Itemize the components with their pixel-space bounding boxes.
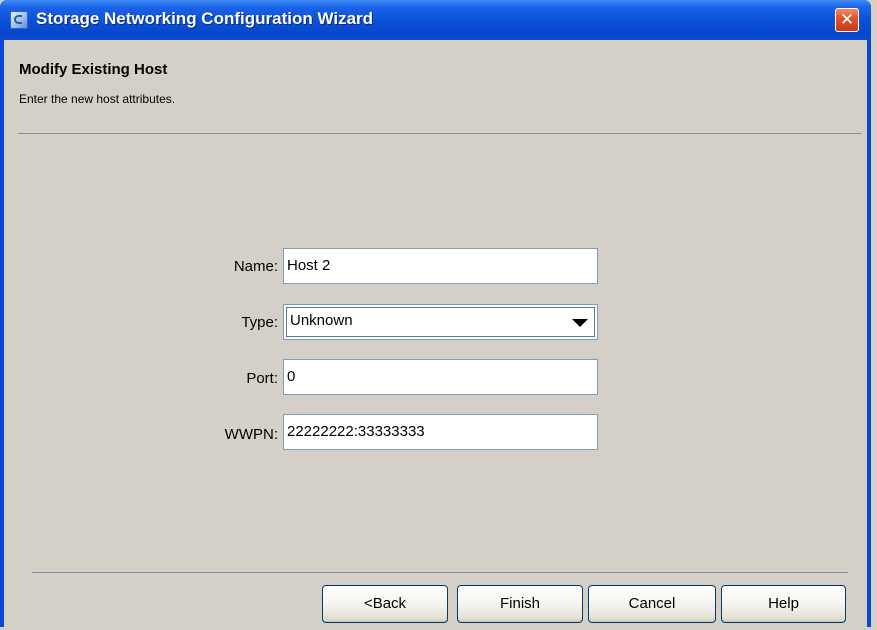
footer-divider bbox=[32, 572, 848, 573]
back-button[interactable]: <Back bbox=[322, 585, 448, 623]
type-select-inner[interactable]: Unknown bbox=[286, 307, 595, 337]
page-title: Modify Existing Host bbox=[19, 61, 168, 78]
type-label: Type: bbox=[241, 314, 278, 331]
help-button[interactable]: Help bbox=[721, 585, 846, 623]
type-select[interactable]: Unknown bbox=[283, 304, 598, 340]
wwpn-field[interactable]: 22222222:33333333 bbox=[283, 414, 598, 450]
port-field[interactable]: 0 bbox=[283, 359, 598, 395]
name-label: Name: bbox=[233, 258, 278, 275]
close-button[interactable]: ✕ bbox=[835, 8, 859, 32]
close-icon: ✕ bbox=[839, 10, 855, 29]
finish-button[interactable]: Finish bbox=[457, 585, 583, 623]
page-subtitle: Enter the new host attributes. bbox=[19, 92, 176, 106]
type-select-value: Unknown bbox=[290, 312, 353, 329]
wizard-content: Modify Existing Host Enter the new host … bbox=[4, 40, 867, 627]
header-divider bbox=[18, 133, 861, 134]
port-label: Port: bbox=[246, 370, 278, 387]
cancel-button[interactable]: Cancel bbox=[588, 585, 716, 623]
wizard-window: Storage Networking Configuration Wizard … bbox=[0, 0, 871, 627]
window-title: Storage Networking Configuration Wizard bbox=[36, 9, 374, 28]
title-bar[interactable]: Storage Networking Configuration Wizard … bbox=[0, 0, 871, 40]
chevron-down-icon[interactable] bbox=[572, 319, 588, 327]
name-field[interactable]: Host 2 bbox=[283, 248, 598, 284]
wwpn-label: WWPN: bbox=[224, 426, 278, 443]
app-icon bbox=[10, 11, 28, 29]
